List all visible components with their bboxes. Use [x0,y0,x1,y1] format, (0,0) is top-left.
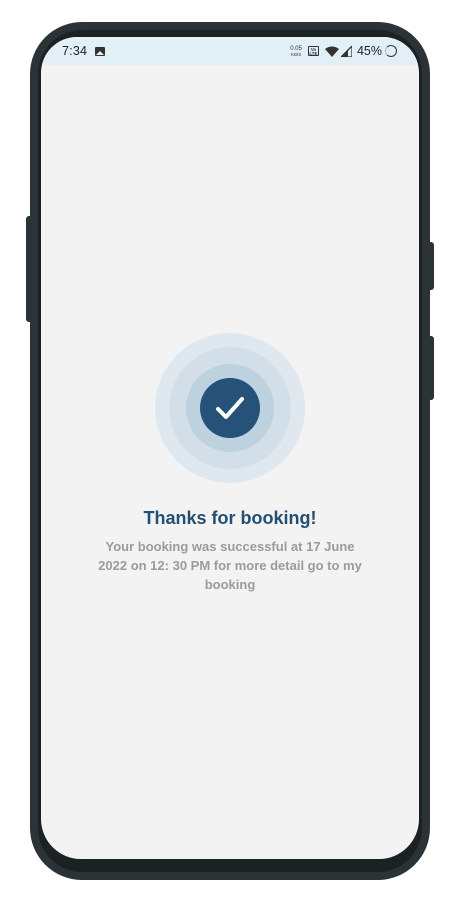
network-speed: 0.05 KB/S [290,46,302,57]
battery-percent: 45% [356,44,382,58]
image-icon [95,46,106,56]
signal-icon [340,45,352,57]
status-bar: 7:34 0.05 KB/S Vo LTE 45% [41,37,419,65]
volte-icon: Vo LTE [307,46,319,56]
wifi-icon [324,46,339,57]
confirmation-message: Your booking was successful at 17 June 2… [98,539,362,592]
confirmation-title: Thanks for booking! [143,508,317,528]
checkmark-glyph [216,397,244,419]
status-time: 7:34 [62,44,88,58]
network-speed-unit: KB/S [290,51,302,57]
ring-icon [385,45,397,57]
screen: 7:34 0.05 KB/S Vo LTE 45% Thanks for boo… [41,37,419,859]
success-graphic [155,333,305,483]
phone-frame: 7:34 0.05 KB/S Vo LTE 45% Thanks for boo… [30,22,430,880]
checkmark-icon [200,378,260,438]
